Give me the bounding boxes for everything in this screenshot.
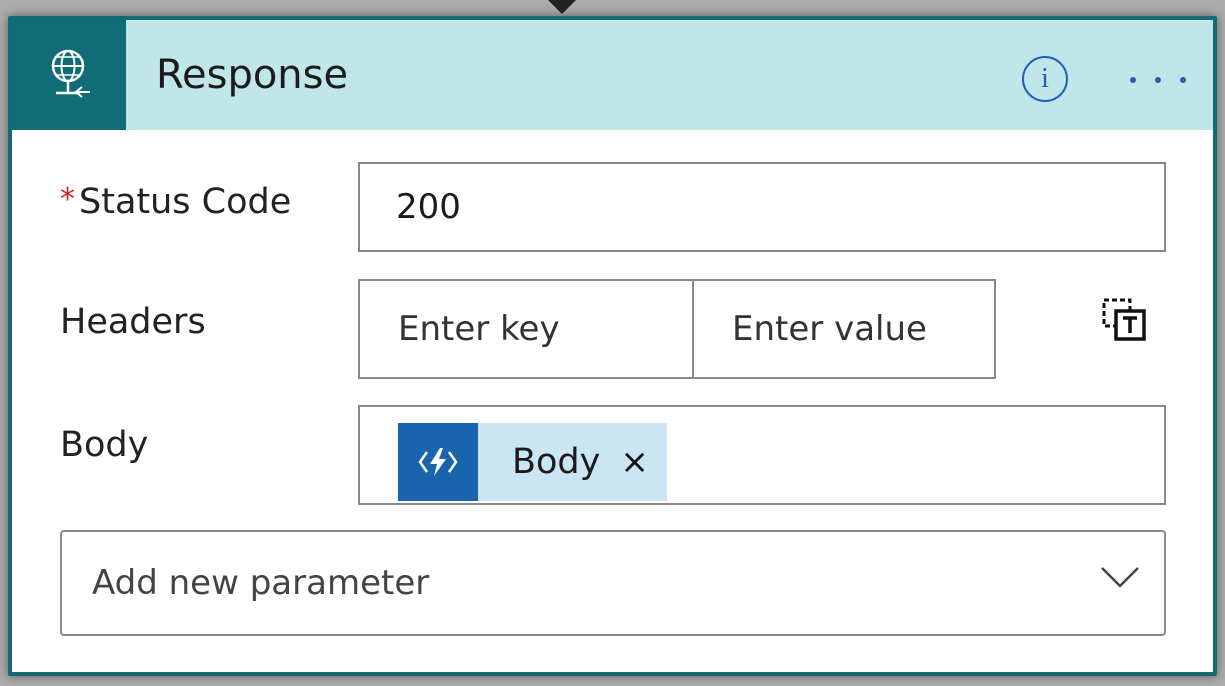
body-token[interactable]: Body × — [398, 423, 667, 501]
card-title[interactable]: Response — [156, 52, 348, 98]
status-code-input[interactable]: 200 — [358, 162, 1166, 252]
info-icon[interactable]: i — [1022, 56, 1068, 102]
headers-key-placeholder: Enter key — [398, 309, 560, 349]
headers-key-input[interactable]: Enter key — [358, 279, 694, 379]
azure-function-icon — [398, 423, 478, 501]
body-token-label: Body × — [478, 423, 667, 501]
required-indicator: * — [60, 182, 75, 217]
add-new-parameter-label: Add new parameter — [92, 563, 430, 603]
connector-arrow — [548, 0, 576, 14]
globe-response-icon — [12, 20, 126, 130]
status-code-label: * Status Code — [60, 182, 292, 222]
status-code-value: 200 — [396, 187, 461, 227]
card-header[interactable]: Response i — [12, 20, 1213, 130]
response-action-card: Response i * Status Code 200 Headers Ente… — [8, 16, 1217, 676]
headers-value-placeholder: Enter value — [732, 309, 927, 349]
chevron-down-icon — [1101, 567, 1139, 588]
body-label: Body — [60, 425, 149, 465]
remove-token-icon[interactable]: × — [620, 442, 649, 482]
add-new-parameter-dropdown[interactable]: Add new parameter — [60, 530, 1166, 636]
switch-to-text-mode-icon[interactable] — [1100, 296, 1150, 342]
more-options-icon[interactable] — [1130, 60, 1186, 100]
headers-value-input[interactable]: Enter value — [692, 279, 996, 379]
headers-label: Headers — [60, 302, 206, 342]
